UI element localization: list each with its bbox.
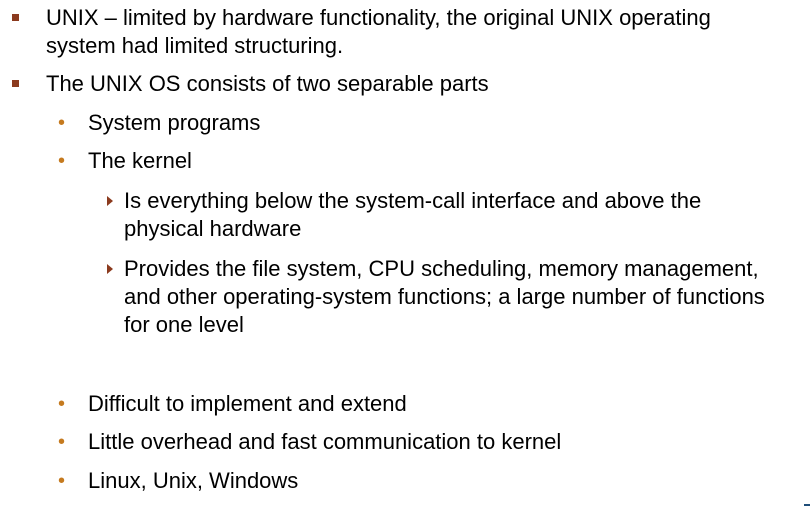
sub-bullet-text: The kernel	[88, 148, 192, 173]
sub-bullet-text: Little overhead and fast communication t…	[88, 429, 562, 454]
bullet-text: UNIX – limited by hardware functionality…	[46, 5, 711, 58]
kernel-point-text: Is everything below the system-call inte…	[124, 188, 702, 241]
triangle-bullet-icon	[107, 264, 113, 274]
kernel-point-text: Provides the file system, CPU scheduling…	[124, 256, 765, 337]
dot-bullet-icon: •	[58, 470, 66, 492]
sub-bullet-text: System programs	[88, 110, 261, 135]
bullet-text: The UNIX OS consists of two separable pa…	[46, 71, 489, 96]
sub-bullet-text: Difficult to implement and extend	[88, 391, 407, 416]
triangle-bullet-icon	[107, 196, 113, 206]
dot-bullet-icon: •	[58, 393, 66, 415]
dot-bullet-icon: •	[58, 431, 66, 453]
dot-bullet-icon: •	[58, 150, 66, 172]
square-bullet-icon	[12, 80, 19, 87]
square-bullet-icon	[12, 14, 19, 21]
dot-bullet-icon: •	[58, 112, 66, 134]
sub-bullet-text: Linux, Unix, Windows	[88, 468, 299, 493]
